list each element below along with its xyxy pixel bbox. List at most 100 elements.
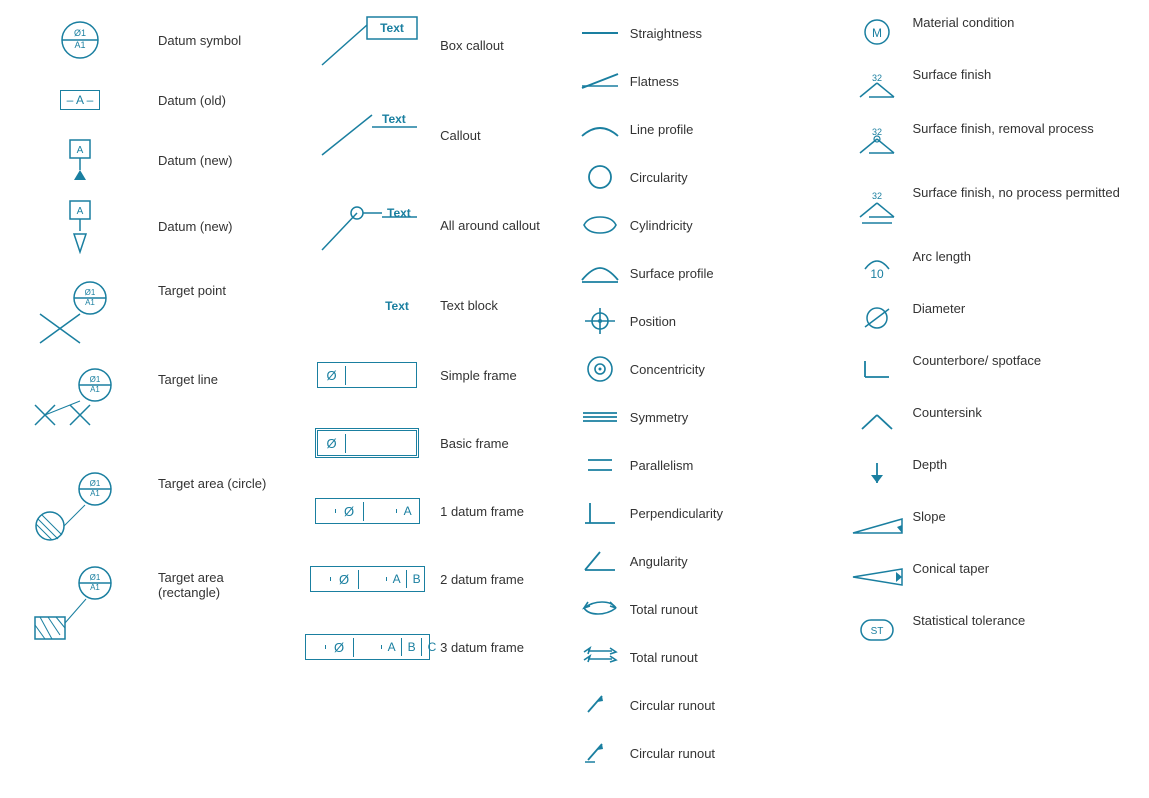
slope-row: Slope <box>847 509 1139 545</box>
total-runout-icon <box>575 596 625 622</box>
datum-symbol-row: Ø1 A1 Datum symbol <box>10 15 282 65</box>
surface-finish-icon: 32 <box>847 67 907 105</box>
datum-frame-3-row: Ø A B C 3 datum frame <box>302 627 555 667</box>
circular-runout2-row: Circular runout <box>575 735 828 771</box>
surface-profile-label: Surface profile <box>625 266 828 281</box>
position-row: Position <box>575 303 828 339</box>
datum-symbol-label: Datum symbol <box>150 33 282 48</box>
simple-frame-icon: Ø <box>302 362 432 388</box>
depth-label: Depth <box>907 457 1139 472</box>
target-point-icon: Ø1 A1 <box>10 278 150 348</box>
datum-frame-1-row: Ø A 1 datum frame <box>302 491 555 531</box>
svg-text:ST: ST <box>871 626 884 637</box>
svg-text:32: 32 <box>872 73 882 83</box>
conical-taper-label: Conical taper <box>907 561 1139 576</box>
circularity-row: Circularity <box>575 159 828 195</box>
datum-frame-1-icon: Ø A <box>302 498 432 524</box>
total-runout-row: Total runout <box>575 591 828 627</box>
statistical-tolerance-label: Statistical tolerance <box>907 613 1139 628</box>
surface-finish-removal-icon: 32 <box>847 121 907 165</box>
slope-icon <box>847 509 907 539</box>
perpendicularity-row: Perpendicularity <box>575 495 828 531</box>
arc-length-label: Arc length <box>907 249 1139 264</box>
box-callout-label: Box callout <box>432 38 555 53</box>
basic-frame-icon: Ø <box>302 430 432 456</box>
diameter-label: Diameter <box>907 301 1139 316</box>
svg-text:Text: Text <box>385 299 409 313</box>
total-runout2-row: Total runout <box>575 639 828 675</box>
cylindricity-icon <box>575 212 625 238</box>
line-profile-label: Line profile <box>625 122 828 137</box>
surface-finish-removal-label: Surface finish, removal process <box>907 121 1139 136</box>
flatness-row: Flatness <box>575 63 828 99</box>
straightness-icon <box>575 24 625 42</box>
arc-length-row: 10 Arc length <box>847 249 1139 285</box>
material-condition-icon: M <box>847 15 907 47</box>
target-line-row: Ø1 A1 Target line <box>10 362 282 452</box>
concentricity-label: Concentricity <box>625 362 828 377</box>
svg-text:A: A <box>77 206 84 217</box>
surface-profile-icon <box>575 260 625 286</box>
datum-new1-row: A Datum (new) <box>10 135 282 185</box>
svg-text:A1: A1 <box>90 489 100 498</box>
diameter-row: Diameter <box>847 301 1139 337</box>
symmetry-icon <box>575 406 625 428</box>
depth-icon <box>847 457 907 487</box>
surface-finish-removal-row: 32 Surface finish, removal process <box>847 121 1139 169</box>
target-line-icon: Ø1 A1 <box>10 367 150 452</box>
parallelism-row: Parallelism <box>575 447 828 483</box>
statistical-tolerance-icon: ST <box>847 613 907 645</box>
svg-text:A1: A1 <box>85 298 95 307</box>
target-area-circle-label: Target area (circle) <box>150 471 282 491</box>
total-runout-label: Total runout <box>625 602 828 617</box>
datum-frame-3-icon: Ø A B C <box>302 634 432 660</box>
datum-symbol-icon: Ø1 A1 <box>10 15 150 65</box>
counterbore-icon <box>847 353 907 383</box>
target-point-row: Ø1 A1 Target point <box>10 268 282 348</box>
angularity-label: Angularity <box>625 554 828 569</box>
circular-runout2-icon <box>575 740 625 766</box>
datum-old-icon: – A – <box>10 90 150 110</box>
svg-text:A: A <box>77 145 84 156</box>
svg-text:Ø1: Ø1 <box>90 479 101 488</box>
flatness-label: Flatness <box>625 74 828 89</box>
svg-text:A1: A1 <box>90 583 100 592</box>
target-line-label: Target line <box>150 367 282 387</box>
svg-text:Ø1: Ø1 <box>85 288 96 297</box>
basic-frame-label: Basic frame <box>432 436 555 451</box>
total-runout2-icon <box>575 644 625 670</box>
svg-text:Ø1: Ø1 <box>74 28 86 38</box>
box-callout-icon: Text <box>302 15 432 75</box>
circular-runout-row: Circular runout <box>575 687 828 723</box>
parallelism-icon <box>575 454 625 476</box>
counterbore-label: Counterbore/ spotface <box>907 353 1139 368</box>
circularity-icon <box>575 164 625 190</box>
svg-text:A1: A1 <box>74 40 85 50</box>
box-callout-row: Text Box callout <box>302 15 555 75</box>
basic-frame-row: Ø Basic frame <box>302 423 555 463</box>
datum-new1-label: Datum (new) <box>150 153 282 168</box>
straightness-label: Straightness <box>625 26 828 41</box>
surface-finish-no-process-row: 32 Surface finish, no process permitted <box>847 185 1139 233</box>
cylindricity-row: Cylindricity <box>575 207 828 243</box>
parallelism-label: Parallelism <box>625 458 828 473</box>
target-point-label: Target point <box>150 278 282 298</box>
target-area-rect-icon: Ø1 A1 <box>10 565 150 650</box>
svg-text:32: 32 <box>872 191 882 201</box>
surface-finish-no-process-label: Surface finish, no process permitted <box>907 185 1139 200</box>
straightness-row: Straightness <box>575 15 828 51</box>
symmetry-row: Symmetry <box>575 399 828 435</box>
callout-icon: Text <box>302 105 432 165</box>
svg-text:10: 10 <box>871 267 885 281</box>
statistical-tolerance-row: ST Statistical tolerance <box>847 613 1139 649</box>
datum-frame-2-label: 2 datum frame <box>432 572 555 587</box>
svg-text:Ø1: Ø1 <box>90 375 101 384</box>
all-around-callout-icon: Text <box>302 195 432 255</box>
line-profile-icon <box>575 118 625 140</box>
line-profile-row: Line profile <box>575 111 828 147</box>
surface-finish-row: 32 Surface finish <box>847 67 1139 105</box>
circular-runout-label: Circular runout <box>625 698 828 713</box>
all-around-callout-row: Text All around callout <box>302 195 555 255</box>
perpendicularity-label: Perpendicularity <box>625 506 828 521</box>
material-condition-row: M Material condition <box>847 15 1139 51</box>
